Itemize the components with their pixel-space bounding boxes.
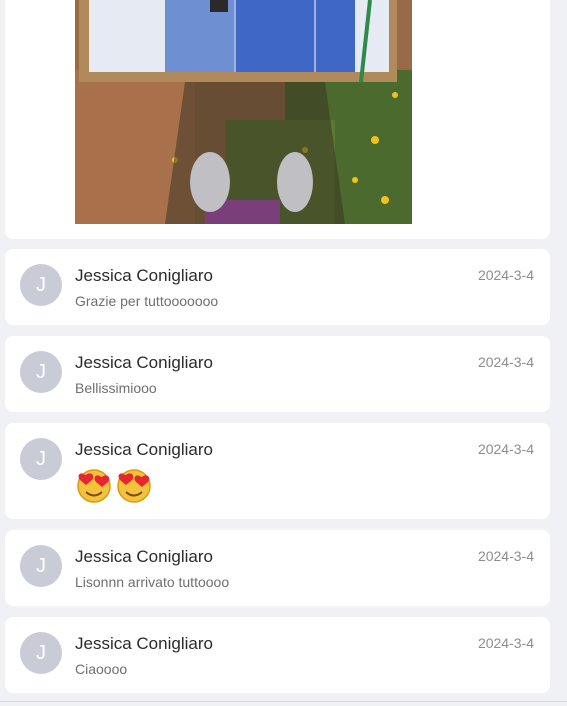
divider	[0, 701, 567, 702]
comment-item: J Jessica Conigliaro 2024-3-4	[5, 423, 550, 519]
commenter-name: Jessica Conigliaro	[75, 634, 213, 653]
avatar: J	[20, 264, 62, 306]
commenter-name: Jessica Conigliaro	[75, 440, 213, 459]
heart-eyes-emoji-icon	[77, 469, 111, 503]
comment-item: J Jessica Conigliaro 2024-3-4 Grazie per…	[5, 249, 550, 325]
comment-emojis	[75, 465, 153, 503]
review-photo[interactable]	[75, 0, 412, 224]
comment-date: 2024-3-4	[477, 441, 534, 457]
avatar: J	[20, 438, 62, 480]
comment-item: J Jessica Conigliaro 2024-3-4 Bellissimi…	[5, 336, 550, 412]
comment-date: 2024-3-4	[477, 548, 534, 564]
comment-date: 2024-3-4	[477, 267, 534, 283]
heart-eyes-emoji-icon	[117, 469, 151, 503]
comment-text: Grazie per tuttooooooo	[75, 293, 219, 309]
comment-item: J Jessica Conigliaro 2024-3-4 Lisonnn ar…	[5, 530, 550, 606]
comment-date: 2024-3-4	[477, 354, 534, 370]
photo-card	[5, 0, 550, 239]
avatar: J	[20, 545, 62, 587]
comment-item: J Jessica Conigliaro 2024-3-4 Ciaoooo	[5, 617, 550, 693]
comment-text: Lisonnn arrivato tuttoooo	[75, 574, 230, 590]
comment-date: 2024-3-4	[477, 635, 534, 651]
commenter-name: Jessica Conigliaro	[75, 353, 213, 372]
comment-text: Ciaoooo	[75, 661, 128, 677]
commenter-name: Jessica Conigliaro	[75, 266, 213, 285]
commenter-name: Jessica Conigliaro	[75, 547, 213, 566]
avatar: J	[20, 351, 62, 393]
avatar: J	[20, 632, 62, 674]
comment-text: Bellissimiooo	[75, 380, 157, 396]
